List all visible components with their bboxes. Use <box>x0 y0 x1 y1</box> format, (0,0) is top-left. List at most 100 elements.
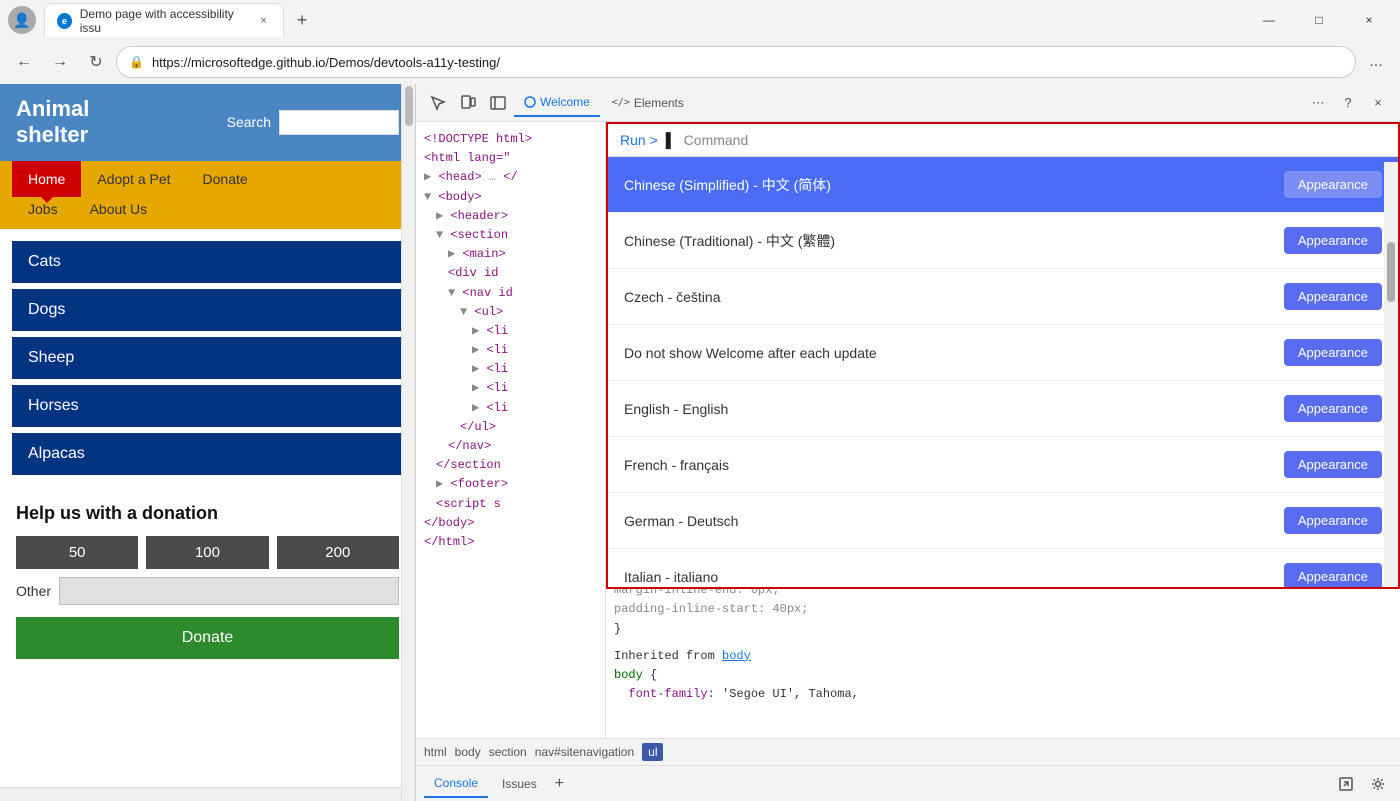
styles-body-rule: body { <box>614 666 1392 685</box>
close-window-button[interactable]: × <box>1346 3 1392 37</box>
console-tab-issues[interactable]: Issues <box>492 771 547 797</box>
styles-body-link[interactable]: body <box>722 649 751 663</box>
active-tab[interactable]: e Demo page with accessibility issu × <box>44 3 284 37</box>
command-item-english[interactable]: English - English Appearance <box>608 381 1398 437</box>
minimize-button[interactable]: — <box>1246 3 1292 37</box>
html-line-li5: ▶ <li <box>420 399 601 418</box>
amount-50-button[interactable]: 50 <box>16 536 138 569</box>
command-cursor: ▌ <box>666 132 676 148</box>
search-input[interactable] <box>279 110 399 135</box>
webpage-horizontal-scrollbar[interactable] <box>0 787 401 801</box>
animal-item-horses[interactable]: Horses <box>12 385 403 427</box>
maximize-button[interactable]: □ <box>1296 3 1342 37</box>
command-item-german[interactable]: German - Deutsch Appearance <box>608 493 1398 549</box>
inspect-element-icon[interactable] <box>424 89 452 117</box>
command-item-czech[interactable]: Czech - čeština Appearance <box>608 269 1398 325</box>
appearance-button-czech[interactable]: Appearance <box>1284 283 1382 310</box>
nav-home[interactable]: Home <box>12 161 81 197</box>
console-tab-bar-right <box>1332 770 1392 798</box>
forward-button[interactable]: → <box>44 46 76 78</box>
close-tab-button[interactable]: × <box>256 13 271 29</box>
html-line-main: ▶ <main> <box>420 245 601 264</box>
animal-item-cats[interactable]: Cats <box>12 241 403 283</box>
other-amount-input[interactable] <box>59 577 399 605</box>
run-label: Run > <box>620 132 658 148</box>
command-item-no-welcome[interactable]: Do not show Welcome after each update Ap… <box>608 325 1398 381</box>
command-item-french[interactable]: French - français Appearance <box>608 437 1398 493</box>
settings-icon[interactable] <box>1364 770 1392 798</box>
url-text: https://microsoftedge.github.io/Demos/de… <box>152 55 1343 70</box>
styles-inherited-label: Inherited from body <box>614 647 1392 666</box>
command-item-chinese-simplified[interactable]: Chinese (Simplified) - 中文 (简体) Appearanc… <box>608 157 1398 213</box>
nav-about[interactable]: About Us <box>74 197 164 221</box>
html-line-body-close: </body> <box>420 514 601 533</box>
html-line-li1: ▶ <li <box>420 322 601 341</box>
address-bar[interactable]: 🔒 https://microsoftedge.github.io/Demos/… <box>116 46 1356 78</box>
nav-donate[interactable]: Donate <box>187 161 264 197</box>
command-label-english: English - English <box>624 401 728 417</box>
amount-100-button[interactable]: 100 <box>146 536 268 569</box>
appearance-button-french[interactable]: Appearance <box>1284 451 1382 478</box>
command-item-chinese-traditional[interactable]: Chinese (Traditional) - 中文 (繁體) Appearan… <box>608 213 1398 269</box>
command-input-row: Run > ▌ Command <box>608 124 1398 157</box>
add-panel-button[interactable]: + <box>555 775 564 793</box>
breadcrumb-ul[interactable]: ul <box>642 743 663 761</box>
refresh-button[interactable]: ↻ <box>80 46 112 78</box>
title-bar: 👤 e Demo page with accessibility issu × … <box>0 0 1400 40</box>
appearance-button-chinese-traditional[interactable]: Appearance <box>1284 227 1382 254</box>
devtools-tab-welcome[interactable]: Welcome <box>514 89 600 117</box>
user-avatar[interactable]: 👤 <box>8 6 36 34</box>
search-label: Search <box>227 114 271 130</box>
lock-icon: 🔒 <box>129 55 144 69</box>
more-options-button[interactable]: ... <box>1360 46 1392 78</box>
breadcrumb-body[interactable]: body <box>455 745 481 759</box>
command-label-french: French - français <box>624 457 729 473</box>
devtools-tab-elements[interactable]: </> Elements <box>602 90 694 116</box>
help-devtools-icon[interactable]: ? <box>1334 89 1362 117</box>
command-list: Chinese (Simplified) - 中文 (简体) Appearanc… <box>608 157 1398 587</box>
devtools-toolbar: Welcome </> Elements ⋯ ? × <box>416 84 1400 122</box>
navigation-bar: ← → ↻ 🔒 https://microsoftedge.github.io/… <box>0 40 1400 84</box>
donate-button[interactable]: Donate <box>16 617 399 659</box>
device-toolbar-icon[interactable] <box>454 89 482 117</box>
command-item-italian[interactable]: Italian - italiano Appearance <box>608 549 1398 587</box>
more-devtools-options-icon[interactable]: ⋯ <box>1304 89 1332 117</box>
styles-property-line2: padding-inline-start: 40px; <box>614 600 1392 619</box>
console-tab-console[interactable]: Console <box>424 770 488 798</box>
appearance-button-chinese-simplified[interactable]: Appearance <box>1284 171 1382 198</box>
appearance-button-italian[interactable]: Appearance <box>1284 563 1382 587</box>
html-line-div: <div id <box>420 264 601 283</box>
html-line-script: <script s <box>420 495 601 514</box>
html-line-nav-close: </nav> <box>420 437 601 456</box>
html-line-head: ▶ <head> … </ <box>420 168 601 187</box>
animal-item-alpacas[interactable]: Alpacas <box>12 433 403 475</box>
edge-logo-icon: e <box>57 13 72 29</box>
devtools-bottom: html body section nav#sitenavigation ul … <box>416 738 1400 801</box>
breadcrumb-html[interactable]: html <box>424 745 447 759</box>
breadcrumb-section[interactable]: section <box>489 745 527 759</box>
html-line-ul: ▼ <ul> <box>420 303 601 322</box>
command-palette-scroll-thumb <box>1387 242 1395 302</box>
appearance-button-no-welcome[interactable]: Appearance <box>1284 339 1382 366</box>
command-palette-scrollbar[interactable] <box>1384 162 1398 587</box>
new-tab-button[interactable]: + <box>288 6 316 34</box>
close-devtools-icon[interactable]: × <box>1364 89 1392 117</box>
amount-200-button[interactable]: 200 <box>277 536 399 569</box>
other-row: Other <box>16 577 399 605</box>
undock-icon[interactable] <box>1332 770 1360 798</box>
sidebar-icon[interactable] <box>484 89 512 117</box>
animal-item-dogs[interactable]: Dogs <box>12 289 403 331</box>
back-button[interactable]: ← <box>8 46 40 78</box>
html-line-li2: ▶ <li <box>420 341 601 360</box>
breadcrumb-bar: html body section nav#sitenavigation ul <box>416 739 1400 765</box>
html-line-nav: ▼ <nav id <box>420 284 601 303</box>
webpage-vertical-scrollbar[interactable] <box>401 84 415 801</box>
animal-item-sheep[interactable]: Sheep <box>12 337 403 379</box>
html-line-section: ▼ <section <box>420 226 601 245</box>
appearance-button-german[interactable]: Appearance <box>1284 507 1382 534</box>
main-area: Animal shelter Search Home Adopt a Pet D… <box>0 84 1400 801</box>
nav-adopt[interactable]: Adopt a Pet <box>81 161 186 197</box>
donation-title: Help us with a donation <box>16 503 399 524</box>
breadcrumb-nav[interactable]: nav#sitenavigation <box>535 745 634 759</box>
appearance-button-english[interactable]: Appearance <box>1284 395 1382 422</box>
